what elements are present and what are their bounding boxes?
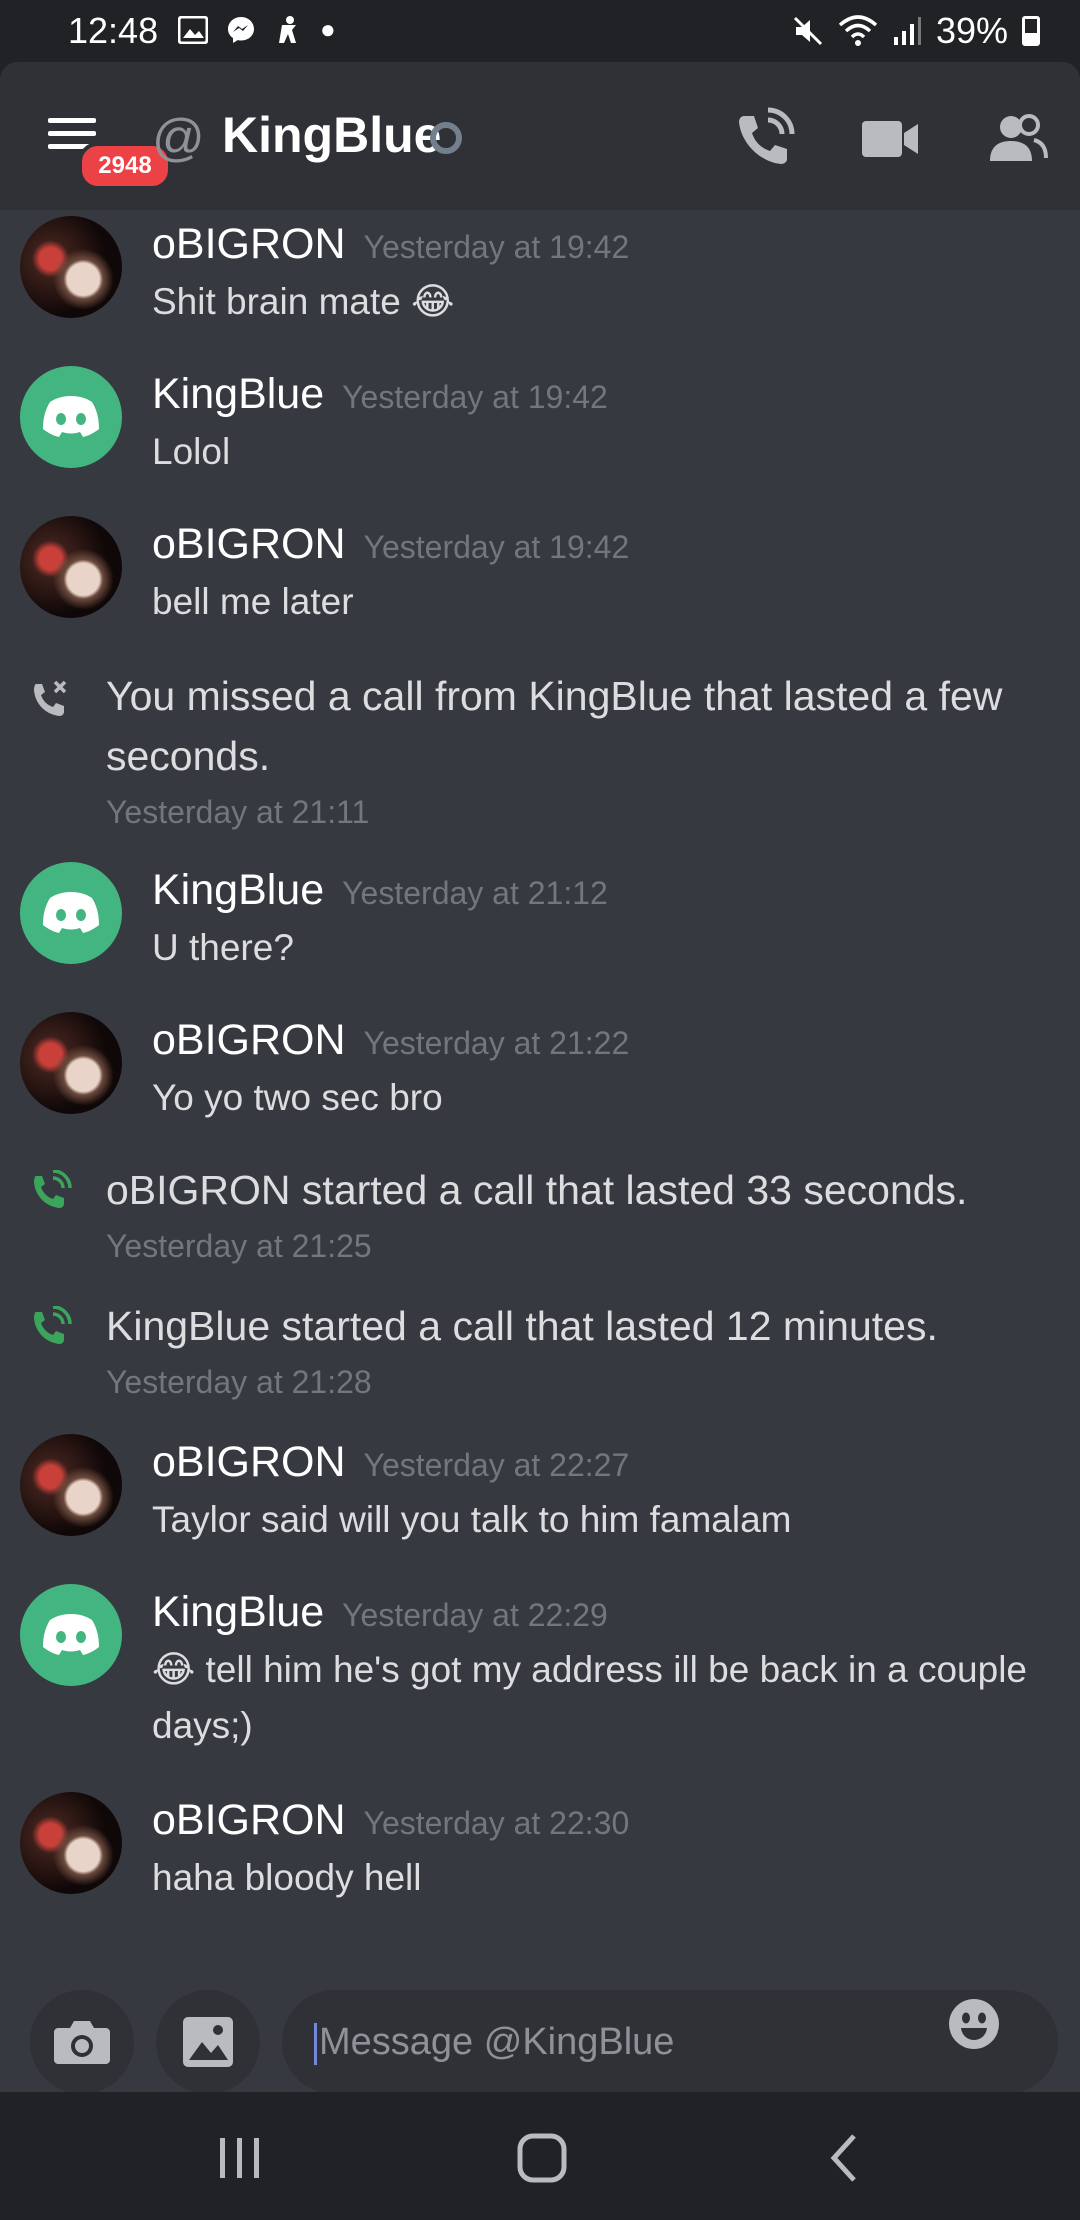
author-name[interactable]: oBIGRON [152,1438,346,1486]
message-text: U there? [152,927,294,968]
author-name[interactable]: oBIGRON [152,1796,346,1844]
image-button[interactable] [156,1990,260,2092]
channel-header: 2948 @ KingBlue [0,62,1080,210]
timestamp: Yesterday at 19:42 [363,529,630,565]
message-text: Lolol [152,431,231,472]
message-text: bell me later [152,581,354,622]
avatar[interactable] [20,862,122,964]
battery-icon [1022,16,1040,46]
timestamp: Yesterday at 21:25 [106,1228,372,1264]
timestamp: Yesterday at 22:29 [342,1597,608,1633]
emoji-icon[interactable] [948,1998,1000,2050]
at-icon: @ [152,109,205,167]
timestamp: Yesterday at 21:28 [106,1364,372,1400]
messenger-icon [228,16,254,43]
mute-icon [793,16,822,46]
dot-icon: ● [320,14,336,44]
avatar[interactable] [20,366,122,468]
timestamp: Yesterday at 21:22 [363,1025,630,1061]
battery-percentage: 39% [935,10,1008,51]
missed-call-icon [34,680,67,716]
channel-title[interactable]: KingBlue [222,106,441,164]
gallery-icon [178,15,208,44]
dm-channel: 2948 @ KingBlue oBIGRON Yesterday at 19:4… [0,62,1080,2092]
author-name[interactable]: KingBlue [152,1588,324,1636]
voice-call-icon [739,107,795,164]
author-name[interactable]: oBIGRON [152,220,346,268]
timestamp: Yesterday at 21:12 [342,875,608,911]
image-icon [183,2017,233,2067]
offline-status-icon [430,122,462,154]
author-name[interactable]: oBIGRON [152,520,346,568]
video-call-button[interactable] [858,106,924,172]
author-name[interactable]: oBIGRON [152,1016,346,1064]
call-icon [34,1306,72,1344]
message-text: haha bloody hell [152,1857,422,1898]
timestamp: Yesterday at 21:11 [106,794,370,830]
recent-apps-icon[interactable] [210,2130,270,2186]
back-icon[interactable] [816,2130,876,2186]
system-message-text: You missed a call from KingBlue that las… [106,673,1003,779]
avatar[interactable] [20,516,122,618]
system-message-text: oBIGRON started a call that lasted 33 se… [106,1167,968,1213]
author-name[interactable]: KingBlue [152,866,324,914]
status-time: 12:48 [68,10,159,51]
camera-icon [54,2021,110,2064]
voice-call-button[interactable] [730,106,796,172]
timestamp: Yesterday at 22:27 [363,1447,630,1483]
call-icon [34,1170,72,1208]
video-call-icon [862,121,918,157]
timestamp: Yesterday at 19:42 [342,379,608,415]
timestamp: Yesterday at 19:42 [363,229,630,265]
home-icon[interactable] [512,2130,572,2186]
composer-bar: Message @KingBlue [0,1990,1080,2092]
avatar[interactable] [20,1012,122,1114]
message-text: Yo yo two sec bro [152,1077,443,1118]
system-nav-bar [0,2092,1080,2220]
message-input[interactable]: Message @KingBlue [282,1990,1058,2092]
avatar[interactable] [20,216,122,318]
message-input-placeholder: Message @KingBlue [319,2021,675,2063]
accessibility-icon [279,15,296,43]
discord-logo-icon [43,1614,99,1655]
camera-button[interactable] [30,1990,134,2092]
message-text: Taylor said will you talk to him famalam [152,1499,792,1540]
message-text: 😂 tell him he's got my address ill be ba… [152,1649,1027,1746]
text-caret [314,2022,317,2065]
avatar[interactable] [20,1434,122,1536]
status-bar: 12:48 ● 39% [0,0,1080,62]
discord-logo-icon [43,396,99,437]
discord-logo-icon [43,892,99,933]
members-icon [990,114,1048,161]
avatar[interactable] [20,1584,122,1686]
author-name[interactable]: KingBlue [152,370,324,418]
message-list: oBIGRON Yesterday at 19:42 Shit brain mat… [0,210,1080,2010]
message-text: Shit brain mate 😂 [152,281,455,322]
timestamp: Yesterday at 22:30 [363,1805,630,1841]
system-message-text: KingBlue started a call that lasted 12 m… [106,1303,938,1349]
signal-icon [893,17,921,45]
wifi-icon [838,15,878,46]
avatar[interactable] [20,1792,122,1894]
members-button[interactable] [984,106,1050,172]
